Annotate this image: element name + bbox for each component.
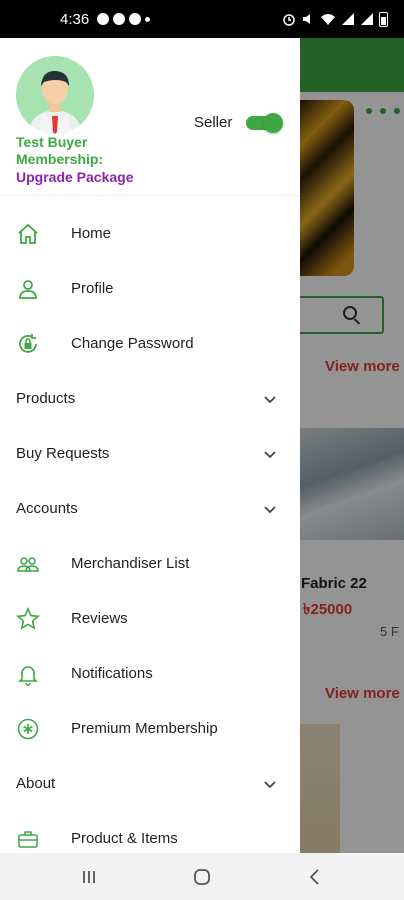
chevron-down-icon	[264, 395, 276, 403]
menu-item-home[interactable]: Home	[0, 206, 300, 261]
message-icon	[97, 13, 110, 25]
menu-item-label: Profile	[71, 280, 114, 297]
membership-label: Membership:	[16, 151, 104, 167]
chevron-down-icon	[264, 780, 276, 788]
alarm-icon	[283, 14, 295, 26]
menu-item-label: Change Password	[71, 335, 194, 352]
menu-item-change-password[interactable]: Change Password	[0, 316, 300, 371]
person-icon	[19, 279, 37, 299]
home-icon	[18, 223, 38, 244]
messenger-icon	[129, 13, 142, 25]
menu-item-label: Home	[71, 225, 112, 242]
mute-icon	[303, 14, 310, 24]
avatar[interactable]	[16, 56, 94, 134]
more-dot-icon	[145, 16, 151, 22]
system-icons	[282, 11, 388, 27]
menu-item-label: Product & Items	[71, 830, 178, 847]
chevron-down-icon	[264, 450, 276, 458]
menu-item-merchandiser-list[interactable]: Merchandiser List	[0, 536, 300, 591]
group-icon	[17, 556, 39, 572]
toggle-knob	[263, 113, 283, 133]
navigation-drawer: Test Buyer Membership: Upgrade Package S…	[0, 38, 300, 853]
battery-icon	[379, 11, 388, 27]
screen: 4:36 View more Fabric 22 ৳25000 5 F View…	[0, 0, 404, 900]
menu-item-reviews[interactable]: Reviews	[0, 591, 300, 646]
system-nav-bar	[0, 853, 404, 900]
status-bar: 4:36	[0, 0, 404, 38]
menu-item-profile[interactable]: Profile	[0, 261, 300, 316]
wifi-icon	[321, 14, 335, 25]
menu-section-label: About	[16, 775, 56, 792]
star-icon	[16, 606, 40, 630]
menu-section-label: Products	[16, 390, 76, 407]
asterisk-circle-icon	[17, 718, 39, 739]
seller-label: Seller	[194, 114, 233, 131]
menu-section-about[interactable]: About	[0, 756, 300, 811]
recent-apps-icon[interactable]	[79, 867, 99, 887]
signal-icon	[342, 13, 354, 25]
notification-icons	[97, 13, 151, 25]
menu-item-notifications[interactable]: Notifications	[0, 646, 300, 701]
briefcase-icon	[18, 830, 38, 848]
menu-section-accounts[interactable]: Accounts	[0, 481, 300, 536]
seller-toggle[interactable]	[246, 113, 283, 133]
menu-item-product-items[interactable]: Product & Items	[0, 811, 300, 853]
messenger-icon	[113, 13, 126, 25]
back-icon[interactable]	[305, 867, 325, 887]
menu-item-label: Notifications	[71, 665, 153, 682]
menu-item-premium-membership[interactable]: Premium Membership	[0, 701, 300, 756]
chevron-down-icon	[264, 505, 276, 513]
lock-refresh-icon	[19, 333, 37, 353]
user-avatar-icon	[16, 56, 94, 134]
menu-section-buy-requests[interactable]: Buy Requests	[0, 426, 300, 481]
status-time: 4:36	[60, 10, 90, 28]
menu-section-label: Buy Requests	[16, 445, 110, 462]
user-name: Test Buyer	[16, 134, 88, 150]
menu-section-label: Accounts	[16, 500, 78, 517]
upgrade-package-link[interactable]: Upgrade Package	[16, 169, 134, 185]
drawer-header: Test Buyer Membership: Upgrade Package S…	[0, 38, 300, 196]
home-button-icon[interactable]	[192, 867, 212, 887]
menu-item-label: Premium Membership	[71, 720, 218, 737]
bell-icon	[18, 665, 38, 686]
menu-item-label: Merchandiser List	[71, 555, 190, 572]
signal-icon	[361, 13, 373, 25]
menu-section-products[interactable]: Products	[0, 371, 300, 426]
menu-item-label: Reviews	[71, 610, 128, 627]
drawer-menu: Home Profile Change Password Products Bu…	[0, 206, 300, 853]
